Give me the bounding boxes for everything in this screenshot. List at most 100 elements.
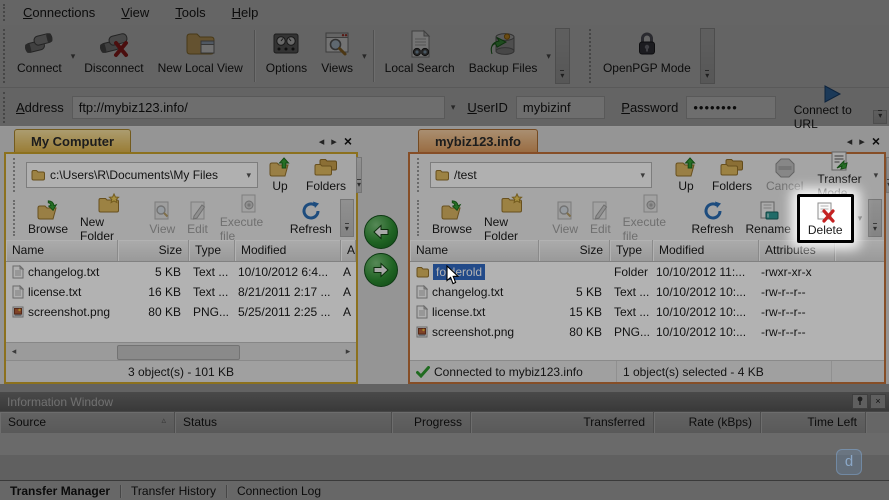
connection-status: Connected to mybiz123.info	[434, 365, 583, 379]
column-time-left[interactable]: Time Left	[761, 412, 866, 433]
menu-view[interactable]: View	[108, 2, 162, 23]
close-icon[interactable]: ×	[870, 394, 886, 409]
remote-transfer-mode-button[interactable]: Transfer Mode	[813, 150, 865, 200]
openpgp-mode-button[interactable]: OpenPGP Mode	[596, 25, 698, 87]
scrollbar-thumb[interactable]	[117, 345, 240, 360]
menu-help[interactable]: Help	[219, 2, 272, 23]
transfer-to-remote-button[interactable]	[364, 253, 398, 287]
local-horizontal-scrollbar[interactable]: ◂ ▸	[6, 342, 356, 360]
column-attributes[interactable]: Attributes	[759, 240, 835, 261]
image-file-icon	[12, 305, 24, 319]
menu-connections[interactable]: Connections	[10, 2, 108, 23]
local-search-button[interactable]: Local Search	[378, 25, 462, 87]
remote-rename-button[interactable]: Rename	[742, 200, 795, 236]
views-button[interactable]: Views	[314, 25, 360, 87]
tab-transfer-history[interactable]: Transfer History	[121, 482, 226, 500]
combo-dropdown-icon[interactable]: ▾	[246, 170, 251, 181]
local-tools-row: Browse New Folder View Edit Execute file	[6, 196, 356, 240]
remote-view-button: View	[548, 200, 582, 236]
address-dropdown-icon[interactable]: ▾	[451, 102, 456, 113]
column-modified[interactable]: Modified	[235, 240, 341, 261]
connect-button[interactable]: Connect	[10, 25, 69, 87]
rename-icon	[757, 200, 779, 222]
combo-dropdown-icon[interactable]: ▾	[640, 170, 645, 181]
column-progress[interactable]: Progress	[392, 412, 471, 433]
toolbar-overflow-button[interactable]: ▾	[356, 157, 362, 193]
local-up-button[interactable]: Up	[264, 157, 296, 193]
address-input[interactable]: ftp://mybiz123.info/	[72, 96, 445, 119]
column-transferred[interactable]: Transferred	[471, 412, 654, 433]
file-row[interactable]: license.txt 16 KB Text ... 8/21/2011 2:1…	[6, 282, 356, 302]
column-status[interactable]: Status	[175, 412, 392, 433]
tab-connection-log[interactable]: Connection Log	[227, 482, 331, 500]
file-row[interactable]: license.txt 15 KB Text ... 10/10/2012 10…	[410, 302, 884, 322]
pane-close-icon[interactable]: ×	[344, 136, 352, 147]
column-attributes[interactable]: Att	[341, 240, 356, 261]
toolbar-overflow-button[interactable]: ▾	[340, 199, 354, 237]
delete-dropdown-icon[interactable]: ▾	[858, 213, 863, 224]
column-rate[interactable]: Rate (kBps)	[654, 412, 761, 433]
remote-new-folder-button[interactable]: New Folder	[480, 193, 544, 243]
disconnect-button[interactable]: Disconnect	[77, 25, 150, 87]
scroll-left-icon[interactable]: ◂	[6, 346, 22, 357]
toolbar-grip	[417, 158, 421, 192]
backup-files-dropdown-icon[interactable]: ▾	[546, 51, 551, 62]
views-dropdown-icon[interactable]: ▾	[362, 51, 367, 62]
pane-close-icon[interactable]: ×	[872, 136, 880, 147]
remote-folders-button[interactable]: Folders	[708, 157, 756, 193]
scroll-right-icon[interactable]: ▸	[340, 346, 356, 357]
remote-path-combo[interactable]: /test ▾	[430, 162, 652, 188]
remote-pane: mybiz123.info ◂ ▸ × /test ▾ Up	[408, 126, 886, 384]
toolbar-overflow-button[interactable]: ▾	[868, 199, 882, 237]
tab-remote-site[interactable]: mybiz123.info	[418, 129, 538, 152]
local-browse-button[interactable]: Browse	[24, 200, 72, 236]
pin-icon[interactable]	[852, 394, 868, 409]
local-folders-button[interactable]: Folders	[302, 157, 350, 193]
remote-refresh-button[interactable]: Refresh	[687, 200, 737, 236]
local-column-header: Name Size Type Modified Att	[6, 240, 356, 262]
column-size[interactable]: Size	[539, 240, 610, 261]
tab-scroll-left-icon[interactable]: ◂	[847, 135, 853, 148]
userid-input[interactable]: mybizinf	[516, 96, 605, 119]
column-size[interactable]: Size	[118, 240, 189, 261]
column-name[interactable]: Name	[6, 240, 118, 261]
tab-scroll-right-icon[interactable]: ▸	[331, 135, 337, 148]
remote-up-button[interactable]: Up	[670, 157, 702, 193]
column-name[interactable]: Name	[410, 240, 539, 261]
password-input[interactable]: ••••••••	[686, 96, 775, 119]
remote-tab-strip: mybiz123.info ◂ ▸ ×	[408, 126, 886, 152]
local-object-count: 3 object(s) - 101 KB	[128, 365, 234, 379]
options-button[interactable]: Options	[259, 25, 314, 87]
file-row-selected[interactable]: folderold Folder 10/10/2012 11:... -rwxr…	[410, 262, 884, 282]
folders-icon	[313, 157, 339, 179]
tab-scroll-right-icon[interactable]: ▸	[859, 135, 865, 148]
remote-delete-button[interactable]: Delete	[797, 194, 854, 243]
toolbar-overflow-button[interactable]: ▾	[873, 110, 887, 124]
file-row[interactable]: screenshot.png 80 KB PNG... 10/10/2012 1…	[410, 322, 884, 342]
column-type[interactable]: Type	[189, 240, 235, 261]
menu-tools[interactable]: Tools	[162, 2, 218, 23]
tab-transfer-manager[interactable]: Transfer Manager	[0, 482, 120, 500]
column-modified[interactable]: Modified	[653, 240, 759, 261]
connect-dropdown-icon[interactable]: ▾	[71, 51, 76, 62]
browse-icon	[36, 200, 60, 222]
backup-files-button[interactable]: Backup Files	[462, 25, 545, 87]
tab-scroll-left-icon[interactable]: ◂	[319, 135, 325, 148]
file-row[interactable]: changelog.txt 5 KB Text ... 10/10/2012 1…	[410, 282, 884, 302]
local-path-combo[interactable]: c:\Users\R\Documents\My Files ▾	[26, 162, 258, 188]
connect-to-url-button[interactable]: Connect to URL	[794, 85, 870, 131]
local-refresh-button[interactable]: Refresh	[286, 200, 336, 236]
column-type[interactable]: Type	[610, 240, 653, 261]
toolbar-overflow-button[interactable]: ▾	[555, 28, 570, 84]
local-new-folder-button[interactable]: New Folder	[76, 193, 141, 243]
tab-my-computer[interactable]: My Computer	[14, 129, 131, 152]
file-row[interactable]: screenshot.png 80 KB PNG... 5/25/2011 2:…	[6, 302, 356, 322]
transfer-mode-dropdown-icon[interactable]: ▾	[874, 170, 879, 181]
new-local-view-button[interactable]: New Local View	[151, 25, 250, 87]
toolbar-overflow-button[interactable]: ▾	[700, 28, 715, 84]
column-source[interactable]: Source ▵	[0, 412, 175, 433]
remote-browse-button[interactable]: Browse	[428, 200, 476, 236]
local-pane: My Computer ◂ ▸ × c:\Users\R\Documents\M…	[4, 126, 358, 384]
file-row[interactable]: changelog.txt 5 KB Text ... 10/10/2012 6…	[6, 262, 356, 282]
transfer-to-local-button[interactable]	[364, 215, 398, 249]
